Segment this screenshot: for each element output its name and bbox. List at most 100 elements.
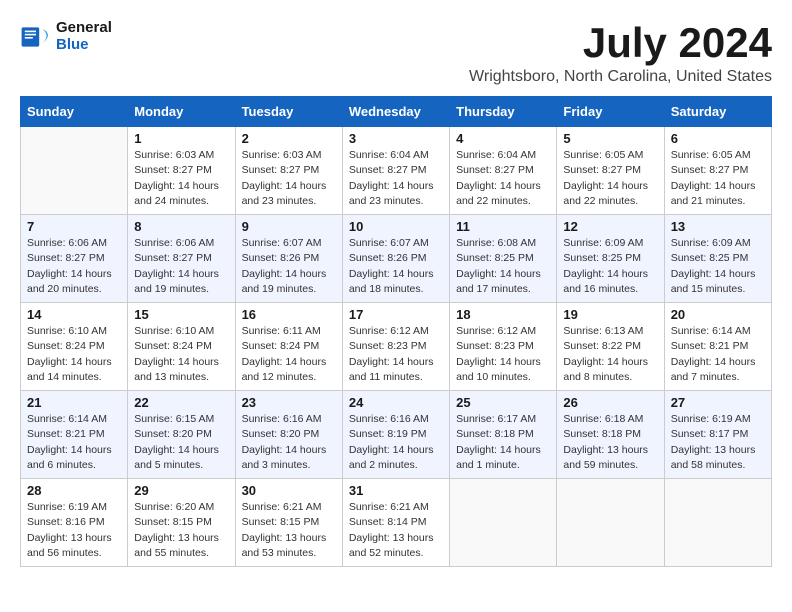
- calendar-day-cell: 2Sunrise: 6:03 AMSunset: 8:27 PMDaylight…: [235, 127, 342, 215]
- calendar-day-cell: [664, 479, 771, 567]
- day-info: Sunrise: 6:12 AMSunset: 8:23 PMDaylight:…: [456, 324, 550, 385]
- calendar-day-cell: 1 Sunrise: 6:03 AMSunset: 8:27 PMDaylight…: [128, 127, 235, 215]
- calendar-day-cell: 3Sunrise: 6:04 AMSunset: 8:27 PMDaylight…: [342, 127, 449, 215]
- day-info: Sunrise: 6:06 AMSunset: 8:27 PMDaylight:…: [134, 236, 228, 297]
- day-number: 29: [134, 483, 228, 498]
- calendar-day-cell: 29 Sunrise: 6:20 AMSunset: 8:15 PMDayligh…: [128, 479, 235, 567]
- calendar-week-row: 28 Sunrise: 6:19 AMSunset: 8:16 PMDayligh…: [21, 479, 772, 567]
- day-info: Sunrise: 6:09 AMSunset: 8:25 PMDaylight:…: [563, 236, 657, 297]
- day-info: Sunrise: 6:08 AMSunset: 8:25 PMDaylight:…: [456, 236, 550, 297]
- calendar-day-cell: 15 Sunrise: 6:10 AMSunset: 8:24 PMDayligh…: [128, 303, 235, 391]
- day-number: 20: [671, 307, 765, 322]
- day-info: Sunrise: 6:07 AMSunset: 8:26 PMDaylight:…: [242, 236, 336, 297]
- calendar-header-saturday: Saturday: [664, 97, 771, 127]
- calendar-day-cell: 4 Sunrise: 6:04 AMSunset: 8:27 PMDaylight…: [450, 127, 557, 215]
- day-info: Sunrise: 6:07 AMSunset: 8:26 PMDaylight:…: [349, 236, 443, 297]
- day-info: Sunrise: 6:17 AMSunset: 8:18 PMDaylight:…: [456, 412, 550, 473]
- day-number: 17: [349, 307, 443, 322]
- day-info: Sunrise: 6:09 AMSunset: 8:25 PMDaylight:…: [671, 236, 765, 297]
- day-number: 1: [134, 131, 228, 146]
- day-info: Sunrise: 6:14 AMSunset: 8:21 PMDaylight:…: [671, 324, 765, 385]
- day-number: 4: [456, 131, 550, 146]
- day-number: 31: [349, 483, 443, 498]
- day-number: 8: [134, 219, 228, 234]
- calendar-day-cell: 6Sunrise: 6:05 AMSunset: 8:27 PMDaylight…: [664, 127, 771, 215]
- calendar-day-cell: 7 Sunrise: 6:06 AMSunset: 8:27 PMDaylight…: [21, 215, 128, 303]
- calendar-day-cell: 16 Sunrise: 6:11 AMSunset: 8:24 PMDayligh…: [235, 303, 342, 391]
- calendar-day-cell: 14Sunrise: 6:10 AMSunset: 8:24 PMDayligh…: [21, 303, 128, 391]
- day-number: 25: [456, 395, 550, 410]
- day-number: 5: [563, 131, 657, 146]
- calendar-header-thursday: Thursday: [450, 97, 557, 127]
- calendar-table: SundayMondayTuesdayWednesdayThursdayFrid…: [20, 96, 772, 567]
- calendar-header-row: SundayMondayTuesdayWednesdayThursdayFrid…: [21, 97, 772, 127]
- day-info: Sunrise: 6:03 AMSunset: 8:27 PMDaylight:…: [134, 148, 228, 209]
- day-number: 24: [349, 395, 443, 410]
- day-info: Sunrise: 6:19 AMSunset: 8:16 PMDaylight:…: [27, 500, 121, 561]
- calendar-day-cell: 5Sunrise: 6:05 AMSunset: 8:27 PMDaylight…: [557, 127, 664, 215]
- day-number: 15: [134, 307, 228, 322]
- day-number: 9: [242, 219, 336, 234]
- day-info: Sunrise: 6:03 AMSunset: 8:27 PMDaylight:…: [242, 148, 336, 209]
- calendar-day-cell: 28 Sunrise: 6:19 AMSunset: 8:16 PMDayligh…: [21, 479, 128, 567]
- day-number: 23: [242, 395, 336, 410]
- day-info: Sunrise: 6:13 AMSunset: 8:22 PMDaylight:…: [563, 324, 657, 385]
- day-number: 16: [242, 307, 336, 322]
- day-info: Sunrise: 6:06 AMSunset: 8:27 PMDaylight:…: [27, 236, 121, 297]
- day-info: Sunrise: 6:10 AMSunset: 8:24 PMDaylight:…: [134, 324, 228, 385]
- day-number: 21: [27, 395, 121, 410]
- header: General Blue July 2024 Wrightsboro, Nort…: [20, 20, 772, 86]
- logo-text-line1: General: [56, 20, 112, 37]
- calendar-day-cell: 27 Sunrise: 6:19 AMSunset: 8:17 PMDayligh…: [664, 391, 771, 479]
- calendar-day-cell: 19 Sunrise: 6:13 AMSunset: 8:22 PMDayligh…: [557, 303, 664, 391]
- calendar-header-wednesday: Wednesday: [342, 97, 449, 127]
- day-number: 18: [456, 307, 550, 322]
- calendar-week-row: 1 Sunrise: 6:03 AMSunset: 8:27 PMDaylight…: [21, 127, 772, 215]
- logo: General Blue: [20, 20, 112, 53]
- calendar-day-cell: 25 Sunrise: 6:17 AMSunset: 8:18 PMDayligh…: [450, 391, 557, 479]
- calendar-week-row: 21 Sunrise: 6:14 AMSunset: 8:21 PMDayligh…: [21, 391, 772, 479]
- day-number: 14: [27, 307, 121, 322]
- day-info: Sunrise: 6:20 AMSunset: 8:15 PMDaylight:…: [134, 500, 228, 561]
- day-number: 27: [671, 395, 765, 410]
- calendar-day-cell: [21, 127, 128, 215]
- month-title: July 2024: [469, 20, 772, 66]
- day-info: Sunrise: 6:11 AMSunset: 8:24 PMDaylight:…: [242, 324, 336, 385]
- day-number: 22: [134, 395, 228, 410]
- calendar-day-cell: 21 Sunrise: 6:14 AMSunset: 8:21 PMDayligh…: [21, 391, 128, 479]
- calendar-day-cell: 11 Sunrise: 6:08 AMSunset: 8:25 PMDayligh…: [450, 215, 557, 303]
- calendar-day-cell: 8 Sunrise: 6:06 AMSunset: 8:27 PMDaylight…: [128, 215, 235, 303]
- logo-text-line2: Blue: [56, 37, 112, 54]
- calendar-day-cell: 31Sunrise: 6:21 AMSunset: 8:14 PMDayligh…: [342, 479, 449, 567]
- calendar-day-cell: 24 Sunrise: 6:16 AMSunset: 8:19 PMDayligh…: [342, 391, 449, 479]
- calendar-day-cell: 17 Sunrise: 6:12 AMSunset: 8:23 PMDayligh…: [342, 303, 449, 391]
- day-number: 10: [349, 219, 443, 234]
- calendar-day-cell: 23Sunrise: 6:16 AMSunset: 8:20 PMDayligh…: [235, 391, 342, 479]
- day-number: 19: [563, 307, 657, 322]
- title-area: July 2024 Wrightsboro, North Carolina, U…: [469, 20, 772, 86]
- day-number: 12: [563, 219, 657, 234]
- day-number: 11: [456, 219, 550, 234]
- day-info: Sunrise: 6:12 AMSunset: 8:23 PMDaylight:…: [349, 324, 443, 385]
- calendar-day-cell: 20 Sunrise: 6:14 AMSunset: 8:21 PMDayligh…: [664, 303, 771, 391]
- calendar-header-tuesday: Tuesday: [235, 97, 342, 127]
- day-info: Sunrise: 6:16 AMSunset: 8:19 PMDaylight:…: [349, 412, 443, 473]
- day-number: 7: [27, 219, 121, 234]
- calendar-day-cell: 9 Sunrise: 6:07 AMSunset: 8:26 PMDaylight…: [235, 215, 342, 303]
- calendar-header-monday: Monday: [128, 97, 235, 127]
- calendar-header-friday: Friday: [557, 97, 664, 127]
- location-title: Wrightsboro, North Carolina, United Stat…: [469, 68, 772, 86]
- day-number: 28: [27, 483, 121, 498]
- day-number: 6: [671, 131, 765, 146]
- calendar-day-cell: [557, 479, 664, 567]
- calendar-day-cell: 18 Sunrise: 6:12 AMSunset: 8:23 PMDayligh…: [450, 303, 557, 391]
- calendar-day-cell: 26Sunrise: 6:18 AMSunset: 8:18 PMDayligh…: [557, 391, 664, 479]
- calendar-week-row: 14 Sunrise: 6:10 AMSunset: 8:24 PMDayligh…: [21, 303, 772, 391]
- day-info: Sunrise: 6:19 AMSunset: 8:17 PMDaylight:…: [671, 412, 765, 473]
- day-info: Sunrise: 6:04 AMSunset: 8:27 PMDaylight:…: [349, 148, 443, 209]
- day-info: Sunrise: 6:14 AMSunset: 8:21 PMDaylight:…: [27, 412, 121, 473]
- calendar-day-cell: 22Sunrise: 6:15 AMSunset: 8:20 PMDayligh…: [128, 391, 235, 479]
- day-info: Sunrise: 6:04 AMSunset: 8:27 PMDaylight:…: [456, 148, 550, 209]
- logo-icon: [20, 21, 52, 53]
- day-info: Sunrise: 6:21 AMSunset: 8:15 PMDaylight:…: [242, 500, 336, 561]
